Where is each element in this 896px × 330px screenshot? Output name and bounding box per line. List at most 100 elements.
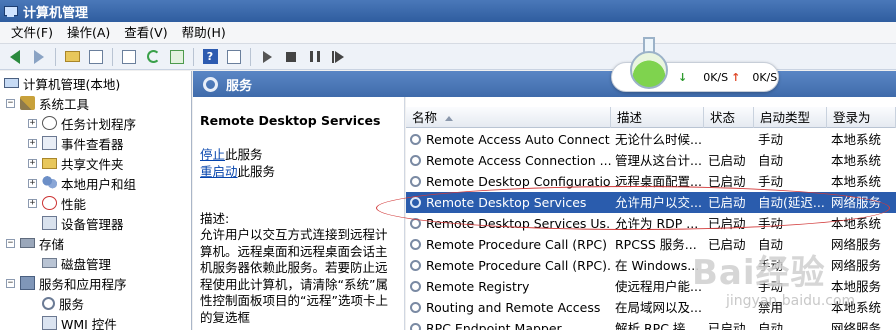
- menu-bar: 文件(F) 操作(A) 查看(V) 帮助(H): [0, 22, 896, 44]
- cell-startup: 手动: [758, 258, 784, 273]
- stop-service-suffix: 此服务: [225, 147, 263, 162]
- wmi-icon: [42, 316, 57, 330]
- cell-logon: 本地系统: [831, 153, 882, 168]
- cell-startup: 自动: [758, 153, 784, 168]
- cell-status: 已启动: [708, 174, 746, 189]
- cell-startup: 自动: [758, 237, 784, 252]
- table-row[interactable]: Remote Procedure Call (RPC) RPCSS 服务... 已启…: [406, 234, 896, 255]
- table-row[interactable]: Remote Desktop Services Us... 允许为 RDP ...…: [406, 213, 896, 234]
- restart-service-icon[interactable]: [329, 47, 349, 67]
- column-header-description[interactable]: 描述: [611, 107, 704, 128]
- table-row[interactable]: RPC Endpoint Mapper 解析 RPC 接... 已启动 自动 网络服务: [406, 318, 896, 330]
- cell-startup: 禁用: [758, 300, 784, 315]
- tree-item-label: 服务和应用程序: [39, 276, 127, 292]
- cell-name: Remote Access Auto Connect...: [406, 129, 611, 150]
- stop-service-link[interactable]: 停止: [200, 147, 225, 162]
- collapse-icon[interactable]: −: [6, 238, 15, 248]
- computer-icon: [4, 78, 19, 88]
- cell-logon: 本地系统: [831, 132, 882, 147]
- cell-status: [704, 255, 754, 276]
- navigation-tree: 计算机管理(本地) − 系统工具 + 任务计划程序 + 事件查看器 + 共享文件…: [0, 71, 192, 330]
- column-header-status[interactable]: 状态: [704, 107, 754, 128]
- expand-icon[interactable]: +: [28, 158, 37, 168]
- export-icon[interactable]: [167, 47, 187, 67]
- column-header-logon-as[interactable]: 登录为: [827, 107, 896, 128]
- description-text: 允许用户以交互方式连接到远程计算机。远程桌面和远程桌面会话主机服务器依赖此服务。…: [200, 227, 388, 325]
- tree-item-services-apps[interactable]: − 服务和应用程序: [6, 273, 127, 293]
- menu-view[interactable]: 查看(V): [117, 23, 174, 43]
- network-speed-widget[interactable]: ↓ 0K/S ↑ 0K/S: [611, 37, 779, 92]
- table-row[interactable]: Remote Registry 使远程用户能... 手动 本地服务: [406, 276, 896, 297]
- expand-icon[interactable]: +: [28, 178, 37, 188]
- clock-icon: [42, 116, 57, 130]
- restart-service-line: 重启动此服务: [200, 163, 396, 180]
- stop-service-icon[interactable]: [281, 47, 301, 67]
- toolbar-separator: [193, 47, 194, 66]
- cell-desc: 远程桌面配置...: [615, 174, 702, 189]
- tree-item-root[interactable]: 计算机管理(本地): [4, 73, 120, 93]
- table-row[interactable]: Remote Access Auto Connect... 无论什么时候... 手动…: [406, 129, 896, 150]
- collapse-icon[interactable]: −: [6, 278, 15, 288]
- toolbar-separator: [112, 47, 113, 66]
- toolbar-separator: [55, 47, 56, 66]
- flask-icon: [630, 37, 668, 89]
- cell-name: RPC Endpoint Mapper: [406, 318, 611, 330]
- tree-item-performance[interactable]: + 性能: [28, 193, 86, 213]
- description-label: 描述:: [200, 211, 230, 226]
- service-description-panel: Remote Desktop Services 停止此服务 重启动此服务 描述:…: [193, 97, 405, 330]
- table-row[interactable]: Remote Desktop Services 允许用户以交... 已启动 自动(延迟…: [406, 192, 896, 213]
- cell-desc: 管理从这台计...: [615, 153, 702, 168]
- tree-item-storage[interactable]: − 存储: [6, 233, 64, 253]
- tree-item-services[interactable]: 服务: [42, 293, 84, 313]
- column-header-name[interactable]: 名称: [406, 107, 611, 128]
- cell-status: 已启动: [708, 321, 746, 330]
- tree-item-task-scheduler[interactable]: + 任务计划程序: [28, 113, 136, 133]
- properties-icon[interactable]: [119, 47, 139, 67]
- restart-service-link[interactable]: 重启动: [200, 164, 238, 179]
- expand-icon[interactable]: +: [28, 118, 37, 128]
- download-speed: 0K/S: [703, 70, 729, 84]
- tree-item-system-tools[interactable]: − 系统工具: [6, 93, 89, 113]
- tree-item-label: 系统工具: [39, 96, 90, 112]
- cell-status: [704, 276, 754, 297]
- tree-item-local-users[interactable]: + 本地用户和组: [28, 173, 136, 193]
- tree-item-label: WMI 控件: [61, 316, 117, 330]
- cell-desc: 使远程用户能...: [615, 279, 702, 294]
- collapse-icon[interactable]: −: [6, 98, 15, 108]
- cell-desc: 允许为 RDP ...: [615, 216, 699, 231]
- table-row[interactable]: Routing and Remote Access 在局域网以及... 禁用 本地系统: [406, 297, 896, 318]
- menu-file[interactable]: 文件(F): [4, 23, 60, 43]
- back-icon[interactable]: [5, 47, 25, 67]
- cell-desc: 解析 RPC 接...: [615, 321, 698, 330]
- cell-logon: 网络服务: [831, 258, 882, 273]
- tree-item-disk-management[interactable]: 磁盘管理: [42, 253, 111, 273]
- column-header-startup-type[interactable]: 启动类型: [754, 107, 827, 128]
- service-gear-icon: [410, 176, 421, 187]
- tree-item-shared-folders[interactable]: + 共享文件夹: [28, 153, 124, 173]
- disk-icon: [42, 258, 57, 268]
- expand-icon[interactable]: +: [28, 198, 37, 208]
- expand-icon[interactable]: +: [28, 138, 37, 148]
- sort-ascending-icon: [445, 116, 454, 121]
- cell-name: Remote Procedure Call (RPC): [406, 234, 611, 255]
- start-service-icon[interactable]: [257, 47, 277, 67]
- cell-startup: 手动: [758, 132, 784, 147]
- tree-item-label: 计算机管理(本地): [23, 76, 121, 92]
- menu-action[interactable]: 操作(A): [60, 23, 117, 43]
- forward-icon[interactable]: [29, 47, 49, 67]
- refresh-icon[interactable]: [143, 47, 163, 67]
- action-pane-icon[interactable]: [224, 47, 244, 67]
- table-row[interactable]: Remote Procedure Call (RPC)... 在 Windows.…: [406, 255, 896, 276]
- table-row[interactable]: Remote Access Connection ... 管理从这台计... 已启动…: [406, 150, 896, 171]
- tree-item-wmi[interactable]: WMI 控件: [42, 313, 117, 330]
- up-folder-icon[interactable]: [62, 47, 82, 67]
- tree-item-device-manager[interactable]: 设备管理器: [42, 213, 124, 233]
- show-hide-tree-icon[interactable]: [86, 47, 106, 67]
- cell-startup: 手动: [758, 216, 784, 231]
- tree-item-event-viewer[interactable]: + 事件查看器: [28, 133, 124, 153]
- help-icon[interactable]: ?: [200, 47, 220, 67]
- table-row[interactable]: Remote Desktop Configuration 远程桌面配置... 已启动…: [406, 171, 896, 192]
- menu-help[interactable]: 帮助(H): [175, 23, 233, 43]
- pause-service-icon[interactable]: [305, 47, 325, 67]
- cell-startup: 手动: [758, 279, 784, 294]
